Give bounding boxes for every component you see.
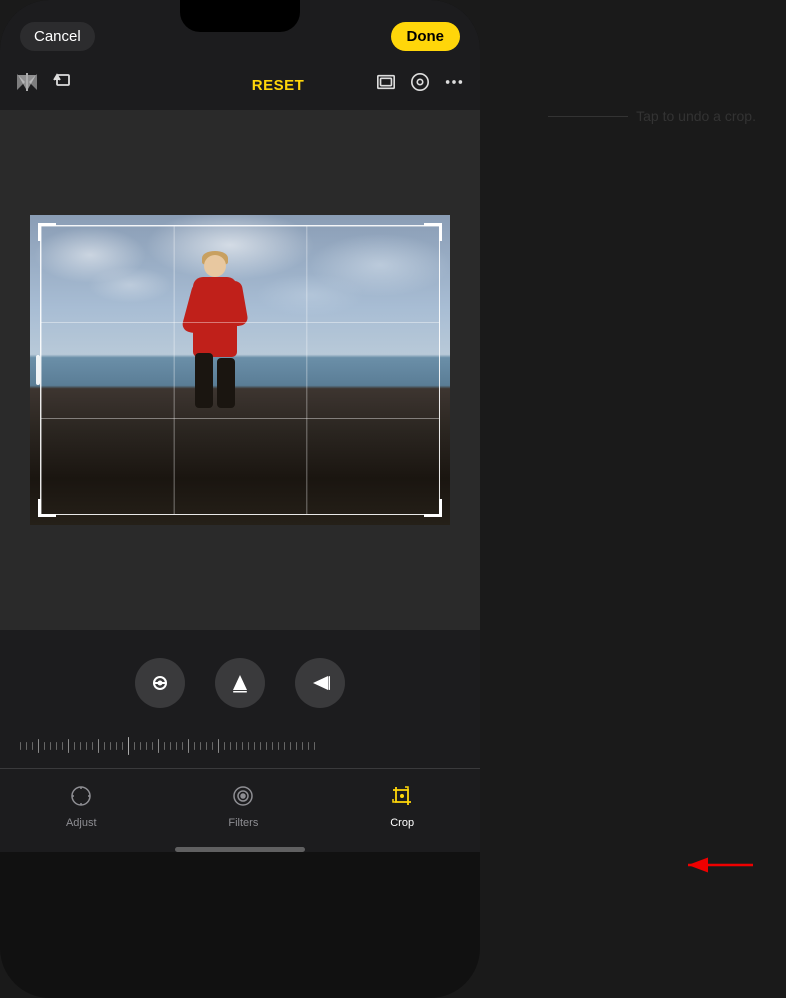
image-area bbox=[0, 110, 480, 630]
dial-track bbox=[20, 736, 460, 756]
tick bbox=[50, 742, 51, 750]
phone-frame: Cancel Done RESET bbox=[0, 0, 480, 998]
tick bbox=[122, 742, 123, 750]
tab-bar: Adjust Filters bbox=[0, 768, 480, 841]
callout: Tap to undo a crop. bbox=[548, 108, 756, 124]
tick bbox=[32, 742, 33, 750]
tick bbox=[152, 742, 153, 750]
top-bar: Cancel Done bbox=[0, 0, 480, 60]
tick bbox=[182, 742, 183, 750]
filters-label: Filters bbox=[228, 817, 258, 829]
tick bbox=[158, 739, 159, 753]
tick bbox=[176, 742, 177, 750]
markup-icon[interactable] bbox=[410, 72, 430, 98]
arrow-annotation bbox=[678, 850, 758, 880]
crop-icon bbox=[391, 785, 413, 813]
reset-button[interactable]: RESET bbox=[196, 77, 360, 94]
tick bbox=[116, 742, 117, 750]
toolbar-right bbox=[376, 72, 464, 98]
tick bbox=[260, 742, 261, 750]
tick-center bbox=[128, 737, 129, 755]
adjust-icon bbox=[70, 785, 92, 813]
tick bbox=[92, 742, 93, 750]
figure-legs bbox=[195, 353, 235, 408]
tick bbox=[296, 742, 297, 750]
photo-container[interactable] bbox=[30, 215, 450, 525]
rotate-icon[interactable] bbox=[52, 72, 72, 98]
tick bbox=[146, 742, 147, 750]
tick bbox=[62, 742, 63, 750]
tick bbox=[314, 742, 315, 750]
crop-label: Crop bbox=[390, 817, 414, 829]
filters-icon bbox=[232, 785, 254, 813]
tick bbox=[26, 742, 27, 750]
tick bbox=[188, 739, 189, 753]
aspect-ratio-icon[interactable] bbox=[376, 72, 396, 98]
notch bbox=[180, 0, 300, 32]
tick bbox=[206, 742, 207, 750]
tick bbox=[236, 742, 237, 750]
tick bbox=[200, 742, 201, 750]
tab-adjust[interactable]: Adjust bbox=[46, 781, 117, 833]
flip-vertical-button[interactable] bbox=[215, 658, 265, 708]
tick bbox=[44, 742, 45, 750]
tick bbox=[110, 742, 111, 750]
figure bbox=[185, 255, 245, 410]
home-indicator bbox=[175, 847, 305, 852]
dial-ruler[interactable] bbox=[0, 728, 480, 764]
tick bbox=[272, 742, 273, 750]
more-options-icon[interactable] bbox=[444, 72, 464, 98]
tick bbox=[74, 742, 75, 750]
figure-head bbox=[204, 255, 226, 277]
toolbar: RESET bbox=[0, 60, 480, 110]
tick bbox=[266, 742, 267, 750]
tick bbox=[308, 742, 309, 750]
rotate-left-button[interactable] bbox=[135, 658, 185, 708]
adjust-label: Adjust bbox=[66, 817, 97, 829]
tick bbox=[284, 742, 285, 750]
tick bbox=[278, 742, 279, 750]
done-button[interactable]: Done bbox=[391, 22, 461, 51]
tick-container bbox=[20, 737, 315, 755]
rotation-tools bbox=[0, 650, 480, 724]
tick bbox=[164, 742, 165, 750]
tick bbox=[290, 742, 291, 750]
tick bbox=[140, 742, 141, 750]
tab-filters[interactable]: Filters bbox=[208, 781, 278, 833]
bottom-controls: Adjust Filters bbox=[0, 630, 480, 852]
tick bbox=[248, 742, 249, 750]
toolbar-left bbox=[16, 71, 180, 99]
tick bbox=[230, 742, 231, 750]
callout-text: Tap to undo a crop. bbox=[636, 108, 756, 124]
tab-crop[interactable]: Crop bbox=[370, 781, 434, 833]
tick bbox=[20, 742, 21, 750]
tick bbox=[170, 742, 171, 750]
tick bbox=[80, 742, 81, 750]
tick bbox=[98, 739, 99, 753]
tick bbox=[242, 742, 243, 750]
tick bbox=[134, 742, 135, 750]
tick bbox=[86, 742, 87, 750]
tick bbox=[56, 742, 57, 750]
tick bbox=[302, 742, 303, 750]
figure-leg-right bbox=[217, 358, 235, 408]
photo-background bbox=[30, 215, 450, 525]
tick bbox=[218, 739, 219, 753]
red-arrow-icon bbox=[678, 850, 758, 880]
flip-horizontal-icon[interactable] bbox=[16, 71, 38, 99]
tick bbox=[104, 742, 105, 750]
tick bbox=[224, 742, 225, 750]
tick bbox=[194, 742, 195, 750]
figure-leg-left bbox=[195, 353, 213, 408]
callout-line bbox=[548, 116, 628, 117]
tick bbox=[254, 742, 255, 750]
flip-horizontal-button[interactable] bbox=[295, 658, 345, 708]
tick bbox=[212, 742, 213, 750]
tick bbox=[68, 739, 69, 753]
cancel-button[interactable]: Cancel bbox=[20, 22, 95, 51]
tick bbox=[38, 739, 39, 753]
